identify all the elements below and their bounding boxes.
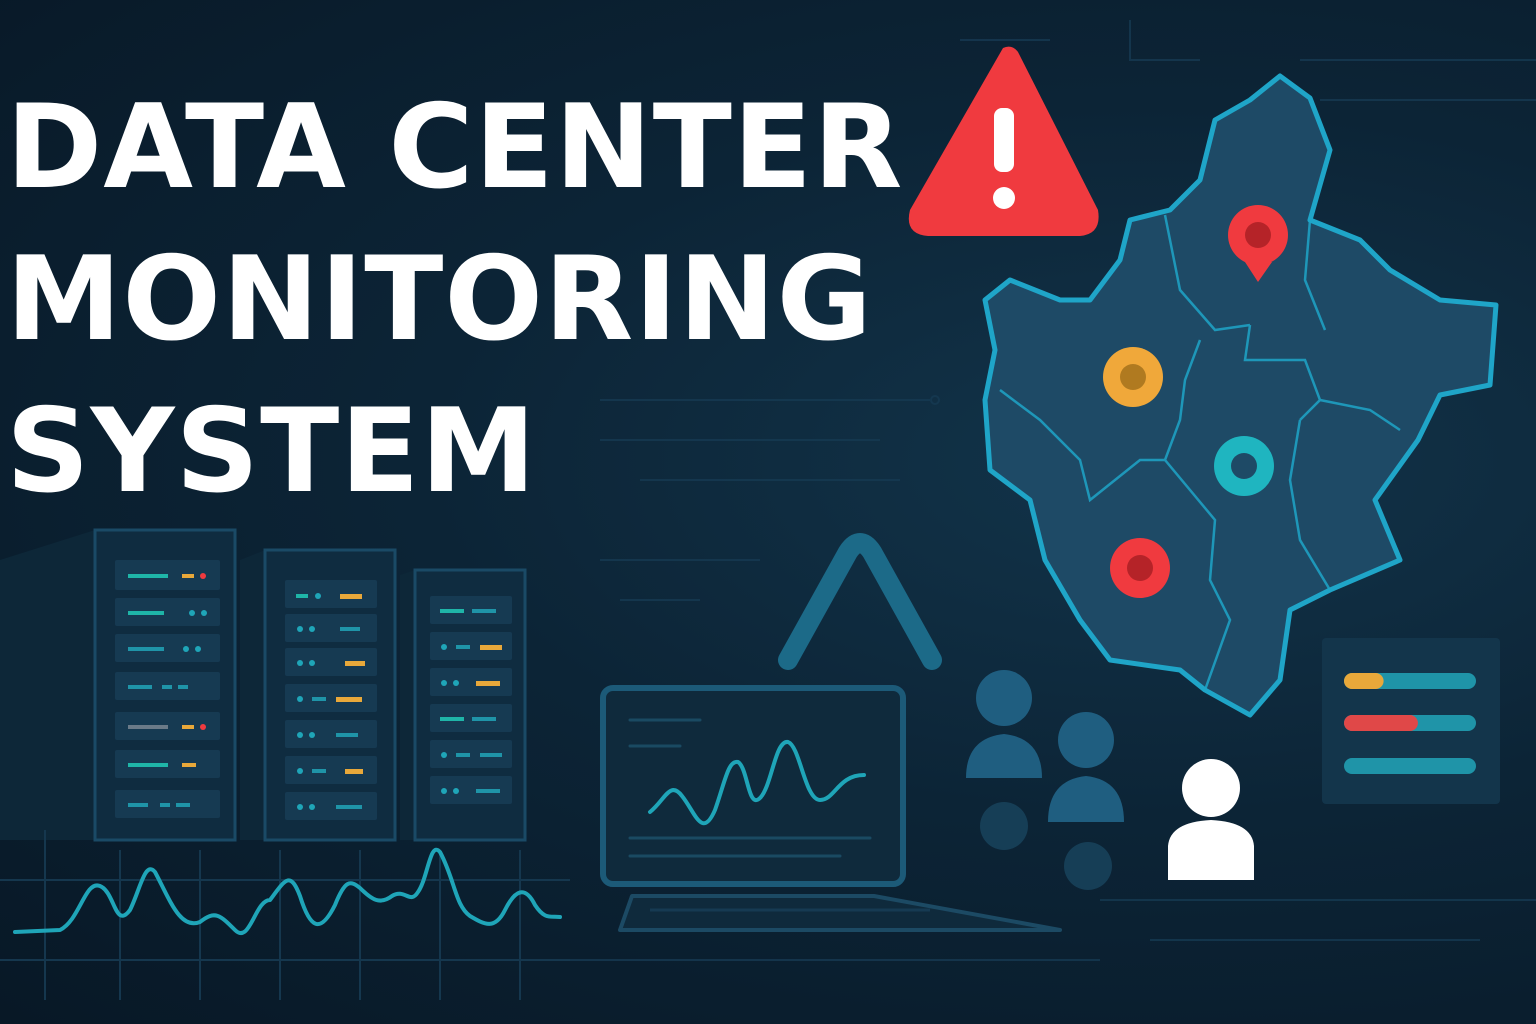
status-bars-icon [1322,638,1500,804]
server-rack-icon [0,528,527,842]
map-marker-warning [1103,347,1163,407]
warning-icon [908,46,1099,236]
illustration [0,46,1500,1000]
status-bar-track [1344,758,1476,774]
status-bar-fill [1344,673,1384,689]
map-marker-ok [1214,436,1274,496]
user-icon [1168,759,1254,880]
chevron-up-icon [778,533,942,670]
status-bar-fill [1344,715,1418,731]
users-icon [966,670,1124,890]
poster: DATA CENTER MONITORING SYSTEM [0,0,1536,1024]
map-marker-critical [1110,538,1170,598]
waveform-chart [0,830,570,1000]
